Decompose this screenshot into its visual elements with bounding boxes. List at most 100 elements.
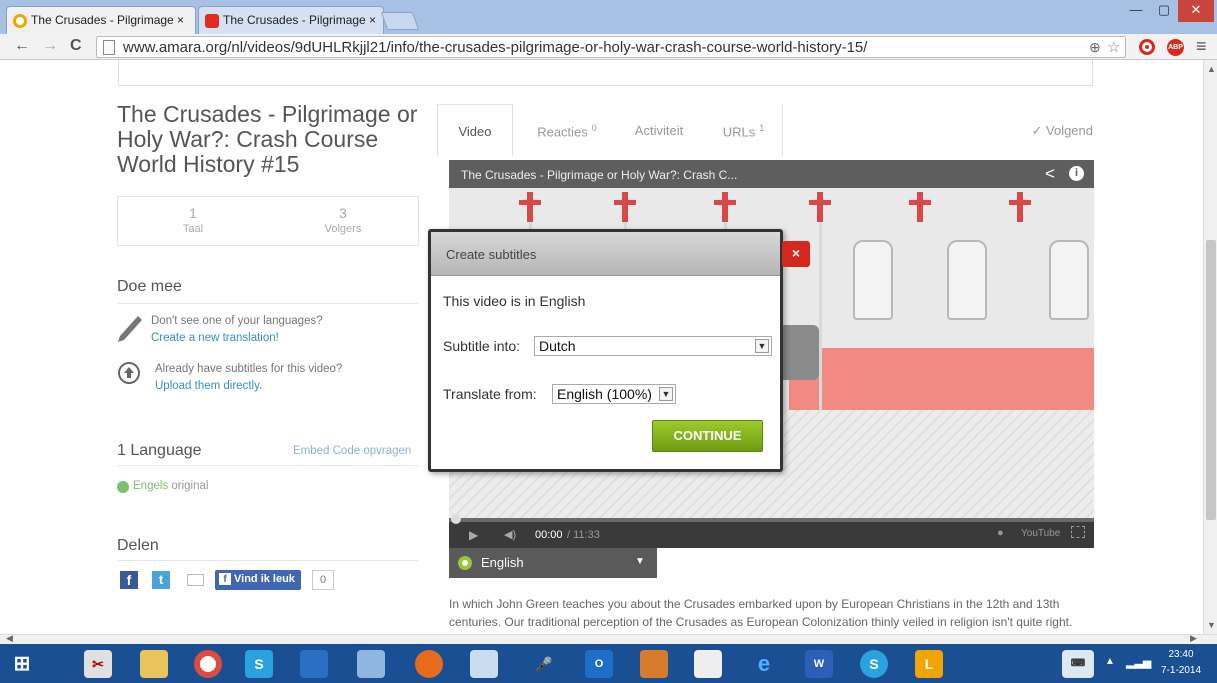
player-title-bar: The Crusades - Pilgrimage or Holy War?: … (449, 160, 1094, 188)
browser-tab-active[interactable]: The Crusades - Pilgrimage × (6, 6, 196, 34)
snipping-tool-icon[interactable]: ✂ (84, 650, 112, 678)
back-icon[interactable]: ← (14, 37, 30, 55)
join-text-2: Already have subtitles for this video? (155, 363, 343, 375)
tab-title: The Crusades - Pilgrimage × (223, 13, 377, 27)
forward-icon[interactable]: → (42, 37, 58, 55)
outlook-icon[interactable]: O (585, 650, 613, 678)
embed-code-link[interactable]: Embed Code opvragen (293, 445, 411, 457)
close-dialog-button[interactable]: × (782, 241, 810, 267)
firefox-icon[interactable] (415, 650, 443, 678)
language-dot-icon (117, 481, 129, 493)
cross-icon (527, 192, 533, 222)
continue-button[interactable]: CONTINUE (652, 420, 763, 452)
horizontal-scrollbar[interactable]: ◀ ▶ (0, 633, 1217, 644)
scroll-right-icon[interactable]: ▶ (1190, 633, 1197, 644)
knight-figure (853, 240, 893, 320)
stat-label: Volgers (324, 223, 362, 235)
menu-icon[interactable]: ≡ (1196, 36, 1207, 57)
system-clock[interactable]: 23:40 7-1-2014 (1150, 647, 1212, 679)
tray-arrow-icon[interactable]: ▲ (1105, 656, 1115, 667)
reload-icon[interactable]: C (70, 37, 82, 55)
chrome-icon[interactable] (194, 650, 222, 678)
cross-icon (909, 200, 931, 205)
opera-extension-icon[interactable] (1139, 39, 1155, 55)
translate-from-value: English (100%) (557, 386, 652, 402)
close-window-button[interactable]: ✕ (1178, 0, 1214, 22)
tab-reacties[interactable]: Reacties 0 (521, 104, 613, 156)
dialog-header: Create subtitles (431, 232, 780, 276)
subtitle-into-select[interactable]: Dutch ▼ (534, 336, 772, 356)
scroll-up-icon[interactable]: ▲ (1207, 64, 1216, 74)
browser-tab[interactable]: The Crusades - Pilgrimage × (198, 6, 384, 34)
word-icon[interactable]: W (805, 650, 833, 678)
microphone-icon[interactable]: 🎤 (530, 650, 558, 678)
vertical-scrollbar[interactable]: ▲ ▼ (1203, 60, 1217, 634)
settings-icon[interactable]: ● (997, 527, 1004, 539)
twitter-icon[interactable]: t (152, 571, 170, 589)
tab-label: Reacties (537, 124, 588, 140)
translate-from-select[interactable]: English (100%) ▼ (552, 384, 676, 404)
page-icon (103, 40, 115, 55)
tab-activiteit[interactable]: Activiteit (613, 104, 705, 156)
remote-desktop-icon[interactable] (300, 650, 328, 678)
address-bar[interactable]: www.amara.org/nl/videos/9dUHLRkjjl21/inf… (96, 36, 1126, 58)
cross-icon (917, 192, 923, 222)
language-note: original (171, 480, 209, 492)
cross-icon (614, 200, 636, 205)
create-translation-link[interactable]: Create a new translation! (151, 332, 279, 344)
skype-icon[interactable]: S (245, 650, 273, 678)
tab-video[interactable]: Video (437, 104, 513, 156)
youtube-favicon-icon (205, 14, 219, 28)
adblock-plus-icon[interactable]: ABP (1167, 39, 1184, 56)
new-tab-button[interactable] (380, 12, 420, 30)
internet-explorer-icon[interactable]: e (750, 650, 778, 678)
tablet-icon[interactable] (694, 650, 722, 678)
subtitle-language-selector[interactable]: English ▼ (449, 548, 657, 578)
translate-from-label: Translate from: (443, 386, 537, 402)
knight-figure (1049, 240, 1089, 320)
file-explorer-icon[interactable] (140, 650, 168, 678)
cross-icon (809, 200, 831, 205)
progress-bar[interactable] (449, 518, 1094, 522)
cross-icon (1009, 200, 1031, 205)
maximize-button[interactable]: ▢ (1150, 0, 1178, 22)
keyboard-icon[interactable]: ⌨ (1062, 650, 1094, 678)
paint-icon[interactable] (640, 650, 668, 678)
fullscreen-icon[interactable] (1071, 526, 1085, 538)
email-icon[interactable] (187, 574, 204, 586)
scrollbar-thumb[interactable] (1206, 240, 1216, 520)
minimize-button[interactable]: — (1122, 0, 1150, 22)
signal-icon[interactable]: ▂▃▅ (1126, 656, 1151, 669)
tab-title: The Crusades - Pilgrimage × (31, 13, 185, 27)
volume-icon[interactable]: ◀) (504, 528, 516, 541)
skype-icon[interactable]: S (860, 650, 888, 678)
notes-icon[interactable] (357, 650, 385, 678)
facebook-icon[interactable]: f (120, 571, 138, 589)
cross-icon (817, 192, 823, 222)
pen-icon (118, 316, 142, 342)
bookmark-star-icon[interactable]: ☆ (1107, 38, 1120, 56)
play-icon[interactable]: ▶ (469, 528, 478, 542)
image-viewer-icon[interactable] (470, 650, 498, 678)
language-item[interactable]: Engels original (133, 480, 208, 492)
browser-toolbar: ← → C www.amara.org/nl/videos/9dUHLRkjjl… (0, 34, 1217, 60)
info-icon[interactable]: i (1069, 166, 1084, 181)
cross-icon (722, 192, 728, 222)
time-total: / 11:33 (567, 529, 600, 541)
progress-handle[interactable] (451, 514, 461, 524)
cross-icon (622, 192, 628, 222)
upload-subtitles-link[interactable]: Upload them directly. (155, 380, 262, 392)
follow-status[interactable]: ✓ Volgend (997, 104, 1094, 156)
video-scene-shape (779, 325, 819, 380)
start-windows-icon[interactable]: ⊞ (8, 650, 36, 678)
subtitle-into-value: Dutch (539, 338, 576, 354)
youtube-logo[interactable]: YouTube (1021, 528, 1060, 539)
tab-urls[interactable]: URLs 1 (705, 104, 783, 156)
stat-number: 3 (339, 205, 347, 221)
scroll-down-icon[interactable]: ▼ (1207, 620, 1216, 630)
scroll-left-icon[interactable]: ◀ (6, 633, 13, 644)
facebook-like-button[interactable]: f Vind ik leuk (215, 570, 301, 590)
share-icon[interactable]: < (1045, 164, 1055, 184)
lync-icon[interactable]: L (915, 650, 943, 678)
zoom-icon[interactable]: ⊕ (1089, 39, 1101, 56)
